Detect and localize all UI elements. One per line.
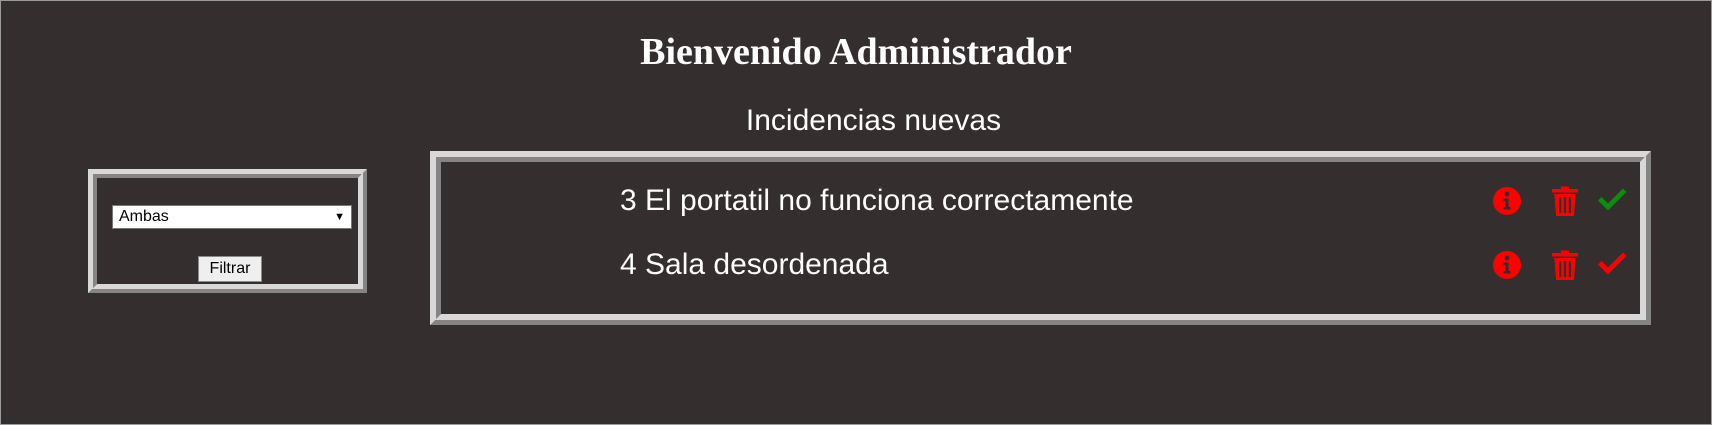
dropdown-arrow-icon: ▼ xyxy=(334,211,345,223)
app-container: Bienvenido Administrador Incidencias nue… xyxy=(0,0,1712,425)
trash-icon[interactable] xyxy=(1549,185,1581,217)
page-title: Bienvenido Administrador xyxy=(640,31,1072,73)
info-icon[interactable] xyxy=(1491,249,1523,281)
filter-select-value: Ambas xyxy=(119,208,169,225)
check-icon[interactable] xyxy=(1596,249,1628,281)
info-icon[interactable] xyxy=(1491,185,1523,217)
section-title: Incidencias nuevas xyxy=(745,104,1002,137)
filter-button[interactable]: Filtrar xyxy=(198,256,262,282)
check-icon[interactable] xyxy=(1596,185,1628,217)
trash-icon[interactable] xyxy=(1549,249,1581,281)
incident-row: 4 Sala desordenada xyxy=(441,245,1640,285)
filter-panel: Ambas ▼ Filtrar xyxy=(88,169,367,293)
incident-text: 4 Sala desordenada xyxy=(620,248,889,281)
filter-select[interactable]: Ambas ▼ xyxy=(112,205,352,229)
incident-row: 3 El portatil no funciona correctamente xyxy=(441,181,1640,221)
incidents-panel: 3 El portatil no funciona correctamente xyxy=(430,151,1651,325)
incident-text: 3 El portatil no funciona correctamente xyxy=(620,184,1134,217)
